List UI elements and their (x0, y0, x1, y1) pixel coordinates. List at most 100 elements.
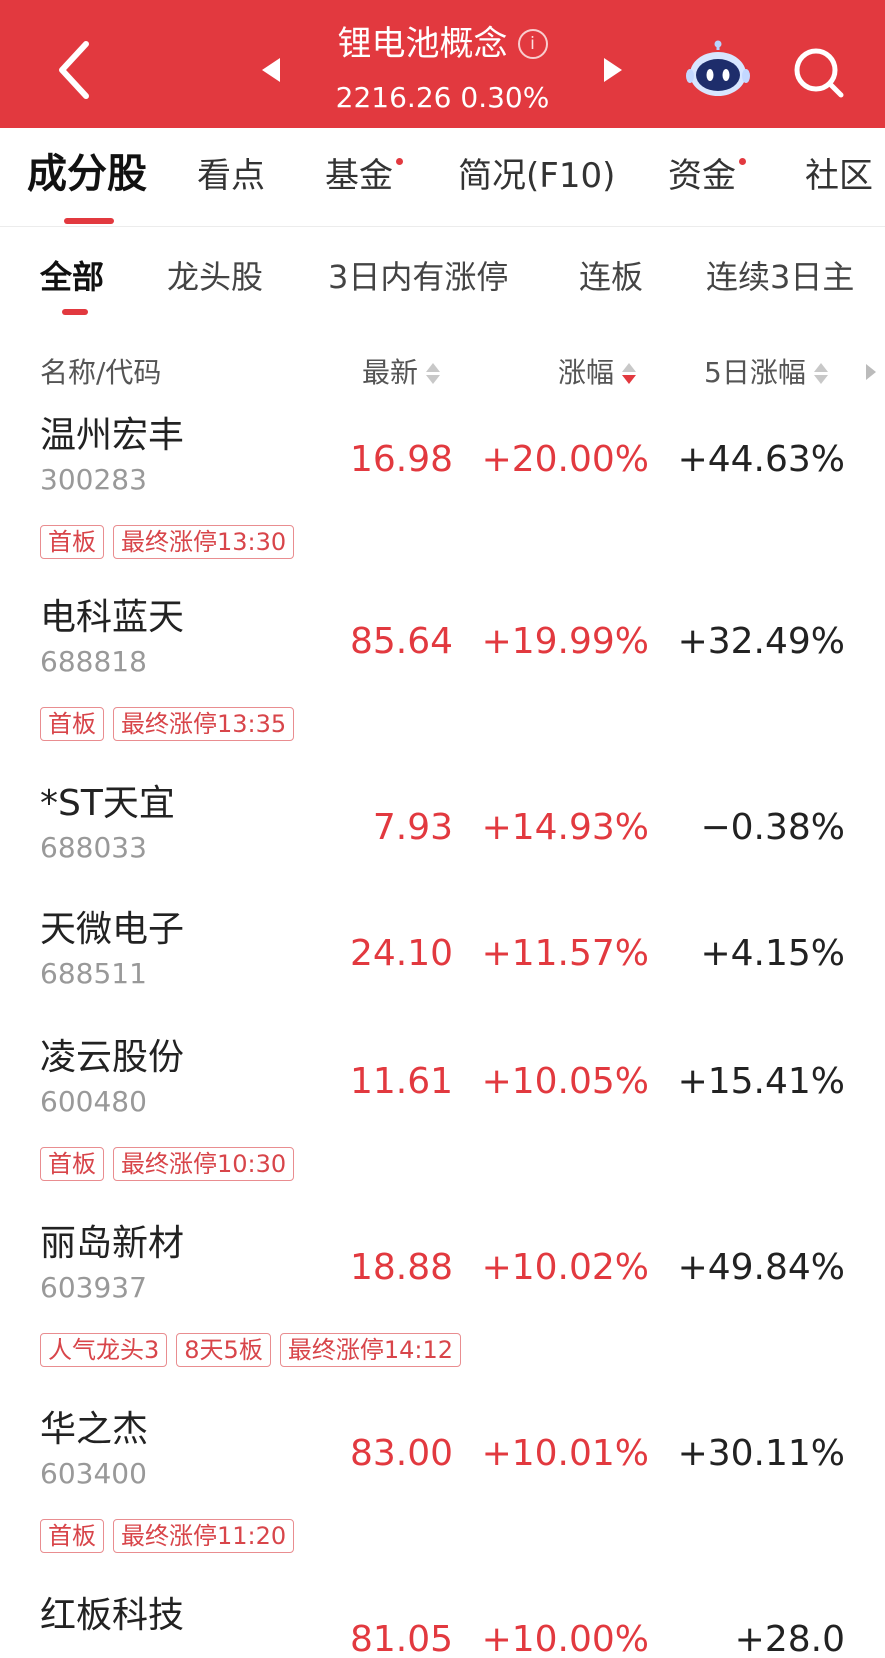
tag-badge: 首板 (40, 525, 104, 559)
tab-capital-flow[interactable]: 资金 (668, 154, 746, 198)
col-name-code: 名称/代码 (40, 356, 162, 389)
change-5d-percent: +49.84% (677, 1247, 845, 1288)
col-change-sort[interactable]: 涨幅 (558, 352, 637, 394)
col-latest-label: 最新 (362, 356, 419, 389)
tab-f10-profile[interactable]: 简况(F10) (458, 154, 615, 198)
col-change-label: 涨幅 (558, 356, 615, 389)
app-header: 锂电池概念 i 2216.26 0.30% (0, 0, 885, 128)
latest-price: 18.88 (349, 1247, 453, 1288)
index-change: 0.30% (460, 81, 550, 114)
stock-code: 688033 (40, 831, 147, 864)
change-5d-percent: +30.11% (677, 1433, 845, 1474)
page-title: 锂电池概念 i (295, 22, 590, 66)
subtab-leaders[interactable]: 龙头股 (167, 256, 263, 298)
tab-highlights[interactable]: 看点 (197, 154, 265, 198)
stock-code: 603937 (40, 1271, 147, 1304)
subtab-consecutive-boards[interactable]: 连板 (579, 256, 643, 298)
column-header: 名称/代码 最新 涨幅 5日涨幅 (0, 352, 885, 398)
change-percent: +10.01% (481, 1433, 649, 1474)
sort-icon (426, 362, 441, 384)
change-5d-percent: +15.41% (677, 1061, 845, 1102)
scroll-columns-right-icon[interactable] (866, 364, 876, 380)
chevron-left-icon (59, 41, 89, 99)
tag-badge: 8天5板 (176, 1333, 271, 1367)
table-row[interactable]: 凌云股份 600480 11.61 +10.05% +15.41% 首板 最终涨… (0, 1022, 885, 1208)
tag-badge: 最终涨停10:30 (113, 1147, 295, 1181)
tag-badge: 最终涨停11:20 (113, 1519, 295, 1553)
subtab-all[interactable]: 全部 (40, 256, 104, 298)
sub-tab-bar: 全部 龙头股 3日内有涨停 连板 连续3日主 (0, 226, 885, 322)
concept-title: 锂电池概念 (337, 24, 508, 64)
change-5d-percent: +32.49% (677, 621, 845, 662)
table-row[interactable]: *ST天宜 688033 7.93 +14.93% −0.38% (0, 768, 885, 894)
stock-list: 温州宏丰 300283 16.98 +20.00% +44.63% 首板 最终涨… (0, 400, 885, 1652)
tag-badge: 首板 (40, 1519, 104, 1553)
tag-group: 首板 最终涨停11:20 (40, 1519, 295, 1553)
latest-price: 85.64 (349, 621, 453, 662)
tab-funds[interactable]: 基金 (325, 154, 403, 198)
tag-badge: 首板 (40, 1147, 104, 1181)
change-percent: +10.02% (481, 1247, 649, 1288)
search-icon (794, 48, 844, 98)
stock-name: 红板科技 (40, 1595, 185, 1636)
stock-name: 温州宏丰 (40, 415, 185, 456)
table-row[interactable]: 丽岛新材 603937 18.88 +10.02% +49.84% 人气龙头3 … (0, 1208, 885, 1394)
active-tab-indicator (64, 218, 114, 224)
table-row[interactable]: 天微电子 688511 24.10 +11.57% +4.15% (0, 894, 885, 1022)
stock-name: 凌云股份 (40, 1037, 185, 1078)
tag-badge: 最终涨停13:30 (113, 525, 295, 559)
col-change5-label: 5日涨幅 (704, 356, 806, 389)
tab-capital-label: 资金 (668, 156, 736, 196)
tab-funds-label: 基金 (325, 156, 393, 196)
tag-group: 首板 最终涨停13:35 (40, 707, 295, 741)
index-value: 2216.26 (335, 81, 452, 114)
tag-badge: 首板 (40, 707, 104, 741)
change-percent: +14.93% (481, 807, 649, 848)
stock-name: 华之杰 (40, 1409, 149, 1450)
active-subtab-indicator (62, 309, 88, 315)
next-concept-button[interactable] (604, 58, 622, 82)
latest-price: 11.61 (349, 1061, 453, 1102)
change-percent: +20.00% (481, 439, 649, 480)
latest-price: 7.93 (372, 807, 453, 848)
sort-icon (813, 362, 828, 384)
tag-group: 首板 最终涨停10:30 (40, 1147, 295, 1181)
stock-name: 电科蓝天 (40, 597, 185, 638)
prev-concept-button[interactable] (262, 58, 280, 82)
change-percent: +11.57% (481, 933, 649, 974)
tag-badge: 人气龙头3 (40, 1333, 168, 1367)
table-row[interactable]: 红板科技 81.05 +10.00% +28.0 (0, 1580, 885, 1652)
latest-price: 24.10 (349, 933, 453, 974)
stock-code: 603400 (40, 1457, 147, 1490)
table-row[interactable]: 温州宏丰 300283 16.98 +20.00% +44.63% 首板 最终涨… (0, 400, 885, 582)
change-5d-percent: +44.63% (677, 439, 845, 480)
table-row[interactable]: 电科蓝天 688818 85.64 +19.99% +32.49% 首板 最终涨… (0, 582, 885, 768)
change-percent: +10.00% (481, 1619, 649, 1652)
change-5d-percent: +4.15% (700, 933, 845, 974)
main-tab-bar: 成分股 看点 基金 简况(F10) 资金 社区 (0, 128, 885, 227)
stock-name: 丽岛新材 (40, 1223, 185, 1264)
stock-name: *ST天宜 (40, 783, 175, 824)
notification-dot (396, 158, 403, 165)
table-row[interactable]: 华之杰 603400 83.00 +10.01% +30.11% 首板 最终涨停… (0, 1394, 885, 1580)
robot-assistant-icon[interactable] (686, 40, 750, 100)
tab-community[interactable]: 社区 (805, 154, 873, 198)
col-change5-sort[interactable]: 5日涨幅 (704, 352, 828, 394)
change-percent: +10.05% (481, 1061, 649, 1102)
latest-price: 81.05 (349, 1619, 453, 1652)
subtab-consecutive-3d[interactable]: 连续3日主 (706, 256, 854, 298)
tag-badge: 最终涨停14:12 (279, 1333, 461, 1367)
sort-desc-icon (622, 362, 637, 384)
latest-price: 16.98 (349, 439, 453, 480)
info-icon[interactable]: i (517, 29, 548, 59)
back-button[interactable] (48, 30, 108, 110)
stock-code: 600480 (40, 1085, 147, 1118)
tab-constituents[interactable]: 成分股 (27, 150, 147, 198)
tag-badge: 最终涨停13:35 (113, 707, 295, 741)
tag-group: 首板 最终涨停13:30 (40, 525, 295, 559)
subtab-limit-up-3d[interactable]: 3日内有涨停 (328, 256, 508, 298)
col-latest-sort[interactable]: 最新 (362, 352, 441, 394)
search-button[interactable] (790, 44, 846, 100)
index-quote: 2216.26 0.30% (295, 80, 590, 116)
notification-dot (739, 158, 746, 165)
